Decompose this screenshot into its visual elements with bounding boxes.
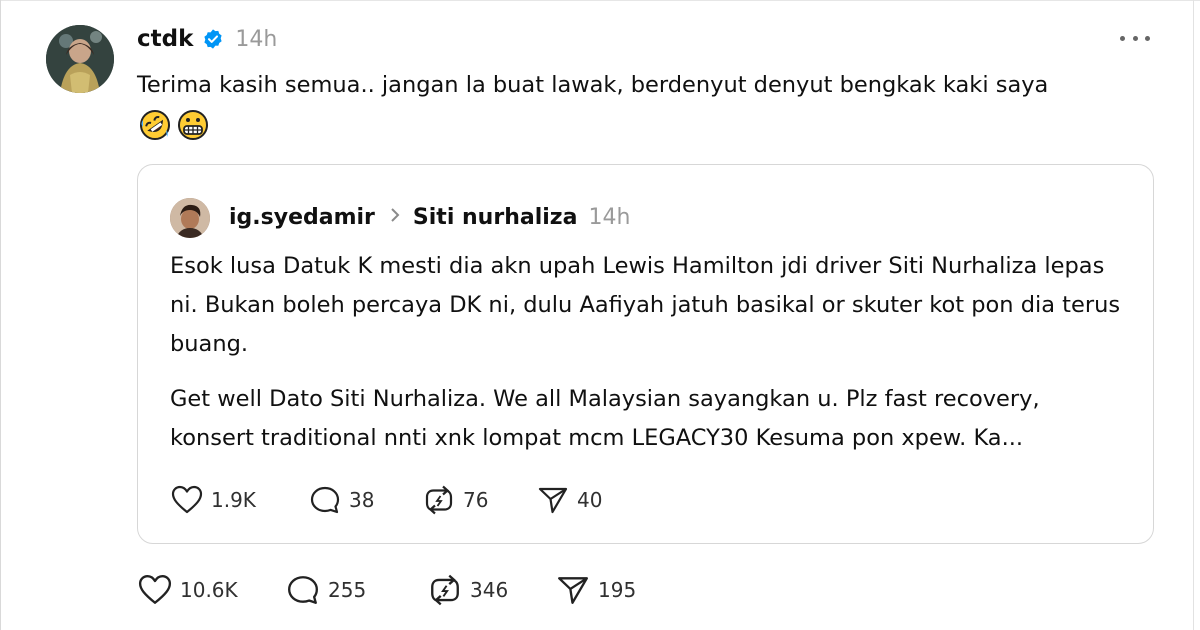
quoted-reply-count: 38 [349,488,375,512]
comment-bubble-icon [286,574,320,606]
quoted-like-count: 1.9K [211,488,256,512]
like-count: 10.6K [180,578,238,602]
send-paper-plane-icon [537,485,569,515]
quoted-post-body: Esok lusa Datuk K mesti dia akn upah Lew… [170,247,1130,458]
quoted-post-card[interactable]: ig.syedamir Siti nurhaliza 14h Esok lusa… [137,164,1154,544]
more-options-icon[interactable] [1120,28,1150,48]
quoted-like-button[interactable]: 1.9K [171,485,309,515]
heart-icon [171,485,203,515]
quoted-post-timestamp: 14h [588,204,631,230]
reply-button[interactable]: 255 [286,574,428,606]
reply-target-name[interactable]: Siti nurhaliza [413,205,578,230]
verified-badge-icon [202,28,224,50]
post-text: Terima kasih semua.. jangan la buat lawa… [137,72,1049,98]
comment-bubble-icon [309,485,341,515]
quoted-repost-count: 76 [463,488,489,512]
repost-button[interactable]: 346 [428,574,556,606]
post-actions: 10.6K 255 346 195 [138,574,636,606]
share-count: 195 [598,578,637,602]
heart-icon [138,574,172,606]
share-button[interactable]: 195 [556,574,636,606]
left-divider [0,0,1,630]
quoted-post-paragraph: Esok lusa Datuk K mesti dia akn upah Lew… [170,253,1121,357]
author-avatar[interactable] [46,25,114,93]
like-button[interactable]: 10.6K [138,574,286,606]
quoted-post-header: ig.syedamir Siti nurhaliza 14h [229,199,630,235]
quoted-author-avatar[interactable] [170,198,210,238]
post-emojis [138,108,210,142]
send-paper-plane-icon [556,574,590,606]
repost-arrows-icon [428,574,462,606]
post-timestamp: 14h [235,26,278,52]
rolling-on-floor-laughing-emoji-icon [138,108,172,142]
repost-arrows-icon [423,485,455,515]
quoted-post-actions: 1.9K 38 76 40 [171,485,602,515]
quoted-author-username[interactable]: ig.syedamir [229,205,375,230]
quoted-post-paragraph: Get well Dato Siti Nurhaliza. We all Mal… [170,386,1040,451]
top-divider [0,0,1200,1]
quoted-repost-button[interactable]: 76 [423,485,537,515]
right-divider [1193,0,1194,630]
post-header: ctdk 14h [137,24,277,54]
grimacing-face-emoji-icon [176,108,210,142]
chevron-right-icon [389,207,401,228]
author-username[interactable]: ctdk [137,26,193,52]
quoted-reply-button[interactable]: 38 [309,485,423,515]
repost-count: 346 [470,578,509,602]
reply-count: 255 [328,578,367,602]
quoted-share-count: 40 [577,488,603,512]
quoted-share-button[interactable]: 40 [537,485,602,515]
